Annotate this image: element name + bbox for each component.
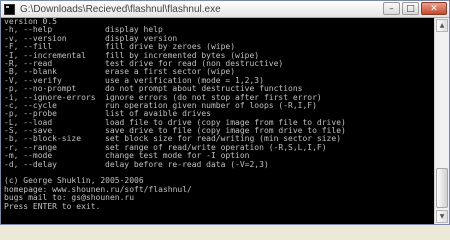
option-description: delay before re-read data (-V=2,3) [105,159,269,169]
exit-prompt: Press ENTER to exit. [4,201,101,211]
options-list: -h, --help display help -v, --version displ… [1,25,434,169]
option-line: -c, --cycle run operation given number of… [1,101,434,110]
window-controls: – □ ✕ [383,2,447,15]
window-title: G:\Downloads\Recieved\flashnul\flashnul.… [20,3,221,15]
scroll-up-arrow-icon[interactable]: ▲ [436,19,448,32]
maximize-button[interactable]: □ [402,2,419,15]
title-bar[interactable]: G:\Downloads\Recieved\flashnul\flashnul.… [1,1,449,18]
option-line: -d, --delay delay before re-read data (-V… [1,159,434,169]
option-flag: -d, --delay [4,159,57,169]
minimize-button[interactable]: – [383,2,400,15]
console-app-icon[interactable] [4,3,15,15]
version-line: version 0.5 [4,18,57,26]
scroll-thumb[interactable] [436,168,448,208]
vertical-scrollbar[interactable]: ▲ ▼ [434,18,449,224]
console-output[interactable]: version 0.5 -h, --help display help -v, --… [1,18,434,224]
close-button[interactable]: ✕ [421,2,447,15]
console-window: G:\Downloads\Recieved\flashnul\flashnul.… [0,0,450,225]
scroll-down-arrow-icon[interactable]: ▼ [436,210,448,223]
